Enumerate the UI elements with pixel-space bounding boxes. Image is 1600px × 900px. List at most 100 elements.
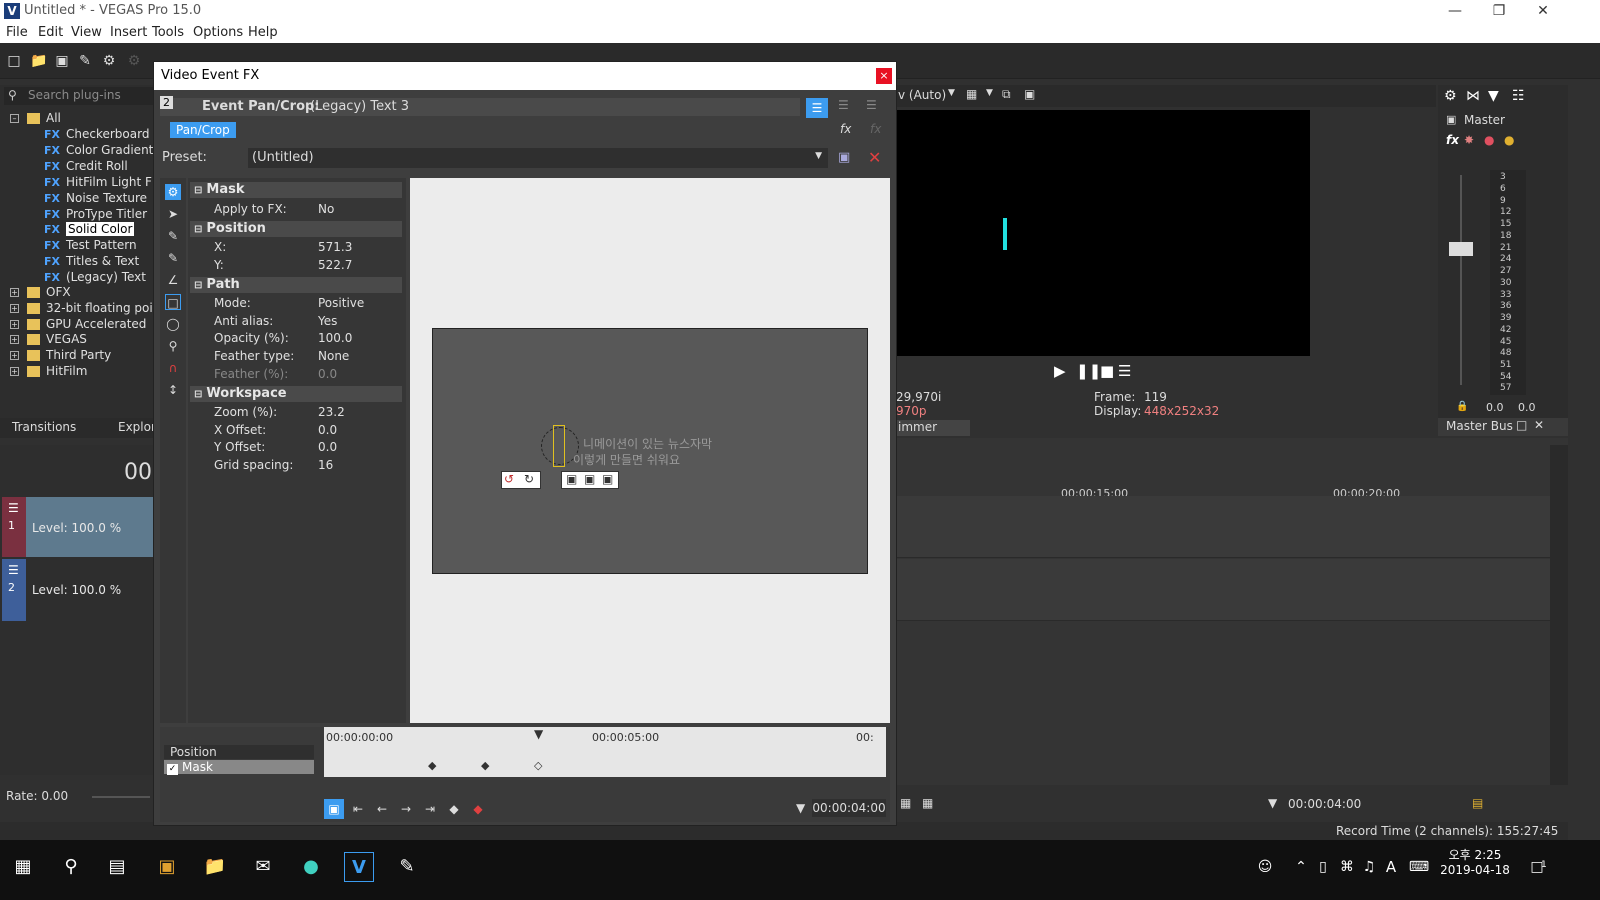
copy-snapshot-icon[interactable]: ⧉	[1002, 87, 1011, 102]
lock-icon[interactable]: 🔒	[1456, 401, 1468, 412]
plugin-search-input[interactable]: ⚲ Search plug-ins	[4, 87, 156, 105]
timeline-track-1[interactable]	[896, 496, 1551, 558]
align-icon[interactable]: ▣	[584, 472, 595, 486]
tree-folder[interactable]: + HitFilm	[10, 364, 87, 378]
windows-start-icon[interactable]: ▦	[8, 852, 38, 882]
open-folder-icon[interactable]: 📁	[30, 53, 47, 69]
rotate-controls[interactable]: ↺ ↻	[501, 471, 541, 489]
magnet-icon[interactable]: ∩	[165, 360, 181, 376]
rectangle-tool-icon[interactable]: □	[165, 294, 181, 310]
solo-icon[interactable]: ●	[1504, 133, 1514, 147]
save-icon[interactable]: ▣	[54, 53, 70, 69]
next-keyframe-icon[interactable]: →	[396, 799, 416, 819]
settings-gear-icon[interactable]: ⚙	[1444, 88, 1457, 104]
prop-value[interactable]: 571.3	[318, 240, 352, 254]
new-file-icon[interactable]: □	[6, 53, 22, 69]
prop-value[interactable]: No	[318, 202, 334, 216]
tree-item-fx[interactable]: FX Credit Roll	[44, 159, 128, 173]
master-bus-tab[interactable]: Master Bus □ ✕	[1438, 418, 1568, 436]
browser-icon[interactable]: ●	[296, 852, 326, 882]
master-fader-handle[interactable]	[1449, 242, 1473, 256]
kf-track-mask[interactable]: ✓ Mask	[164, 760, 314, 775]
equalizer-icon[interactable]: ☷	[1512, 88, 1525, 104]
file-explorer-icon[interactable]: 📁	[200, 852, 230, 882]
tree-folder[interactable]: + OFX	[10, 285, 71, 299]
keyframe-time-input[interactable]: 00:00:04:00	[812, 799, 886, 817]
undock-icon[interactable]: □	[1516, 418, 1527, 432]
speaker-icon[interactable]: ▼	[1488, 88, 1499, 104]
rate-slider[interactable]	[92, 796, 150, 798]
auto-ripple-icon[interactable]: ▦	[922, 796, 933, 810]
dialog-close-button[interactable]: ×	[876, 68, 892, 84]
keyframe-timeline[interactable]: 00:00:00:00 00:00:05:00 00: ▼ ◆ ◆ ◇	[324, 727, 886, 777]
sync-cursor-icon[interactable]: ▣	[324, 799, 344, 819]
tree-item-fx[interactable]: FX HitFilm Light Flar	[44, 175, 168, 189]
tree-item-fx[interactable]: FX Noise Texture	[44, 191, 147, 205]
section-mask[interactable]: ⊟ Mask	[190, 182, 402, 198]
notifications-icon[interactable]: □ 1	[1522, 852, 1552, 882]
track-header-2[interactable]: ☰ 2 Level: 100.0 %	[2, 559, 160, 621]
keyframe-icon[interactable]: ◆	[428, 759, 436, 772]
expand-icon[interactable]: +	[10, 367, 19, 376]
play-icon[interactable]: ▶	[1054, 362, 1066, 380]
view-list-icon[interactable]: ☰	[806, 98, 828, 118]
prop-value[interactable]: 100.0	[318, 331, 352, 345]
task-view-icon[interactable]: ▤	[102, 852, 132, 882]
tree-item-all[interactable]: – All	[10, 111, 61, 125]
track-menu-icon[interactable]: ☰	[8, 501, 19, 515]
search-icon[interactable]: ⚲	[56, 852, 86, 882]
section-position[interactable]: ⊟ Position	[190, 221, 402, 237]
expand-icon[interactable]: +	[10, 304, 19, 313]
automation-icon[interactable]: ●	[1484, 133, 1494, 147]
menu-help[interactable]: Help	[248, 25, 278, 40]
menu-icon[interactable]: ☰	[1118, 362, 1131, 380]
menu-edit[interactable]: Edit	[38, 25, 63, 40]
ellipse-tool-icon[interactable]: ◯	[165, 316, 181, 332]
preset-dropdown[interactable]: (Untitled) ▼	[248, 148, 828, 168]
tree-item-fx[interactable]: FX Test Pattern	[44, 238, 137, 252]
tree-item-fx[interactable]: FX Color Gradient	[44, 143, 153, 157]
prop-value[interactable]: 522.7	[318, 258, 352, 272]
track-header-1[interactable]: ☰ 1 Level: 100.0 %	[2, 497, 160, 557]
view-compact-icon[interactable]: ☰	[866, 98, 877, 112]
tab-transitions[interactable]: Transitions	[12, 420, 76, 434]
save-as-icon[interactable]: ✎	[77, 53, 93, 69]
tree-item-fx[interactable]: FX Titles & Text	[44, 254, 139, 268]
move-vertical-icon[interactable]: ↕	[165, 382, 181, 398]
tree-item-fx-selected[interactable]: FX Solid Color	[44, 222, 135, 236]
tree-folder[interactable]: + GPU Accelerated	[10, 317, 146, 331]
tab-pan-crop[interactable]: Pan/Crop	[170, 122, 236, 138]
section-workspace[interactable]: ⊟ Workspace	[190, 386, 402, 402]
prop-value[interactable]: 23.2	[318, 405, 345, 419]
minimize-icon[interactable]: —	[1432, 0, 1478, 23]
keyframe-icon[interactable]: ◆	[481, 759, 489, 772]
create-keyframe-icon[interactable]: ◆	[444, 799, 464, 819]
settings-gear-icon[interactable]: ⚙	[101, 53, 117, 69]
rotate-right-icon[interactable]: ↻	[524, 472, 534, 486]
grid-overlay-icon[interactable]: ▦	[966, 87, 977, 101]
kf-track-position[interactable]: Position	[164, 745, 314, 759]
prop-value[interactable]: None	[318, 349, 349, 363]
marker-icon[interactable]: ▼	[1268, 796, 1277, 810]
tree-item-fx[interactable]: FX (Legacy) Text	[44, 270, 146, 284]
fx-icon[interactable]: fx	[1446, 133, 1459, 147]
menu-insert[interactable]: Insert	[110, 25, 147, 40]
timeline-track-2[interactable]	[896, 559, 1551, 621]
anchor-creation-icon[interactable]: ✎	[165, 250, 181, 266]
tab-explorer[interactable]: Explor	[118, 420, 156, 434]
master-checkbox[interactable]: ▣	[1446, 113, 1456, 126]
tree-folder[interactable]: +32-bit floating point	[10, 301, 165, 315]
expand-icon[interactable]: +	[10, 288, 19, 297]
close-icon[interactable]: ✕	[1520, 0, 1566, 23]
align-icon[interactable]: ▣	[566, 472, 577, 486]
keyframe-icon[interactable]: ◇	[534, 759, 542, 772]
align-icon[interactable]: ▣	[602, 472, 613, 486]
zoom-tool-icon[interactable]: ⚲	[165, 338, 181, 354]
prop-value[interactable]: 0.0	[318, 423, 337, 437]
tree-folder[interactable]: + VEGAS	[10, 332, 87, 346]
pause-icon[interactable]: ❚❚	[1076, 362, 1101, 380]
properties-icon[interactable]: ⚙	[126, 53, 142, 69]
mask-checkbox[interactable]: ✓	[167, 764, 178, 775]
close-icon[interactable]: ✕	[1534, 418, 1544, 432]
align-controls[interactable]: ▣ ▣ ▣	[561, 471, 619, 489]
